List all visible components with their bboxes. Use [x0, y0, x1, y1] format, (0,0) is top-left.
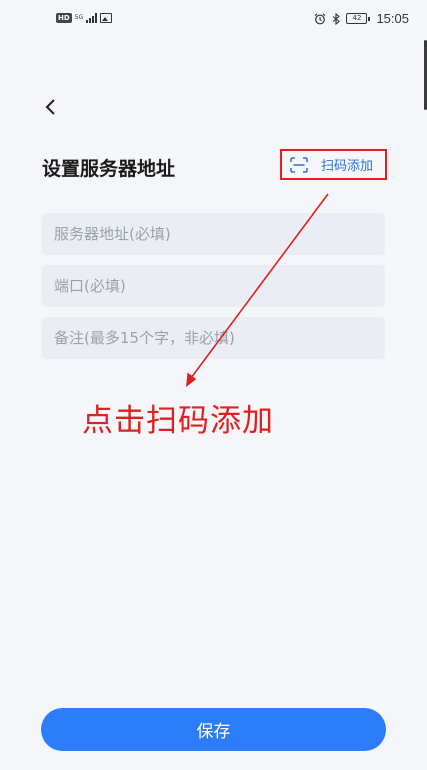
status-time: 15:05	[376, 11, 409, 26]
image-icon	[100, 13, 113, 23]
chevron-left-icon	[45, 99, 55, 115]
bluetooth-icon	[333, 12, 341, 25]
status-right: 42 15:05	[314, 11, 409, 26]
server-address-input[interactable]	[42, 213, 385, 255]
status-left: HD 5G	[56, 13, 113, 23]
battery-icon: 42	[346, 13, 371, 24]
back-button[interactable]	[40, 96, 62, 118]
hd-badge: HD	[56, 13, 72, 23]
annotation-text: 点击扫码添加	[82, 403, 274, 439]
note-input[interactable]	[42, 317, 385, 359]
scan-add-label: 扫码添加	[321, 159, 374, 174]
annotation-arrow	[186, 193, 329, 387]
scan-add-button[interactable]: 扫码添加	[280, 149, 387, 180]
network-type: 5G	[74, 14, 84, 21]
status-bar: HD 5G 42 15:05	[0, 0, 427, 40]
scan-icon	[290, 156, 308, 173]
alarm-icon	[315, 13, 326, 24]
port-input[interactable]	[42, 265, 385, 307]
save-button[interactable]: 保存	[41, 708, 386, 751]
signal-icon	[86, 13, 98, 23]
battery-level: 42	[346, 13, 368, 24]
page-title: 设置服务器地址	[42, 158, 176, 180]
